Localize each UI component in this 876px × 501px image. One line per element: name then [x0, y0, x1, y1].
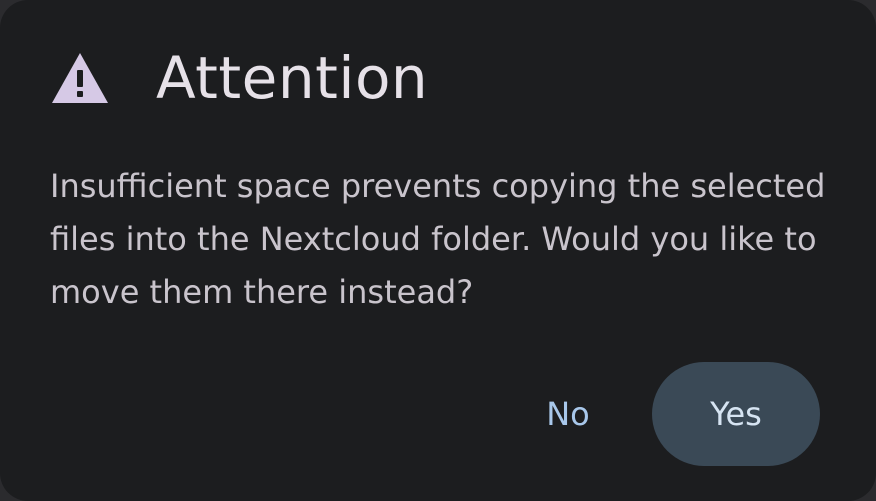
dialog-header: Attention — [50, 38, 428, 118]
alert-dialog: Attention Insufficient space prevents co… — [0, 0, 876, 501]
warning-triangle-icon — [50, 51, 110, 105]
dialog-actions: No Yes — [508, 362, 820, 466]
yes-button[interactable]: Yes — [652, 362, 820, 466]
no-button[interactable]: No — [508, 362, 628, 466]
dialog-message: Insufficient space prevents copying the … — [50, 167, 826, 311]
dialog-title: Attention — [156, 44, 429, 112]
